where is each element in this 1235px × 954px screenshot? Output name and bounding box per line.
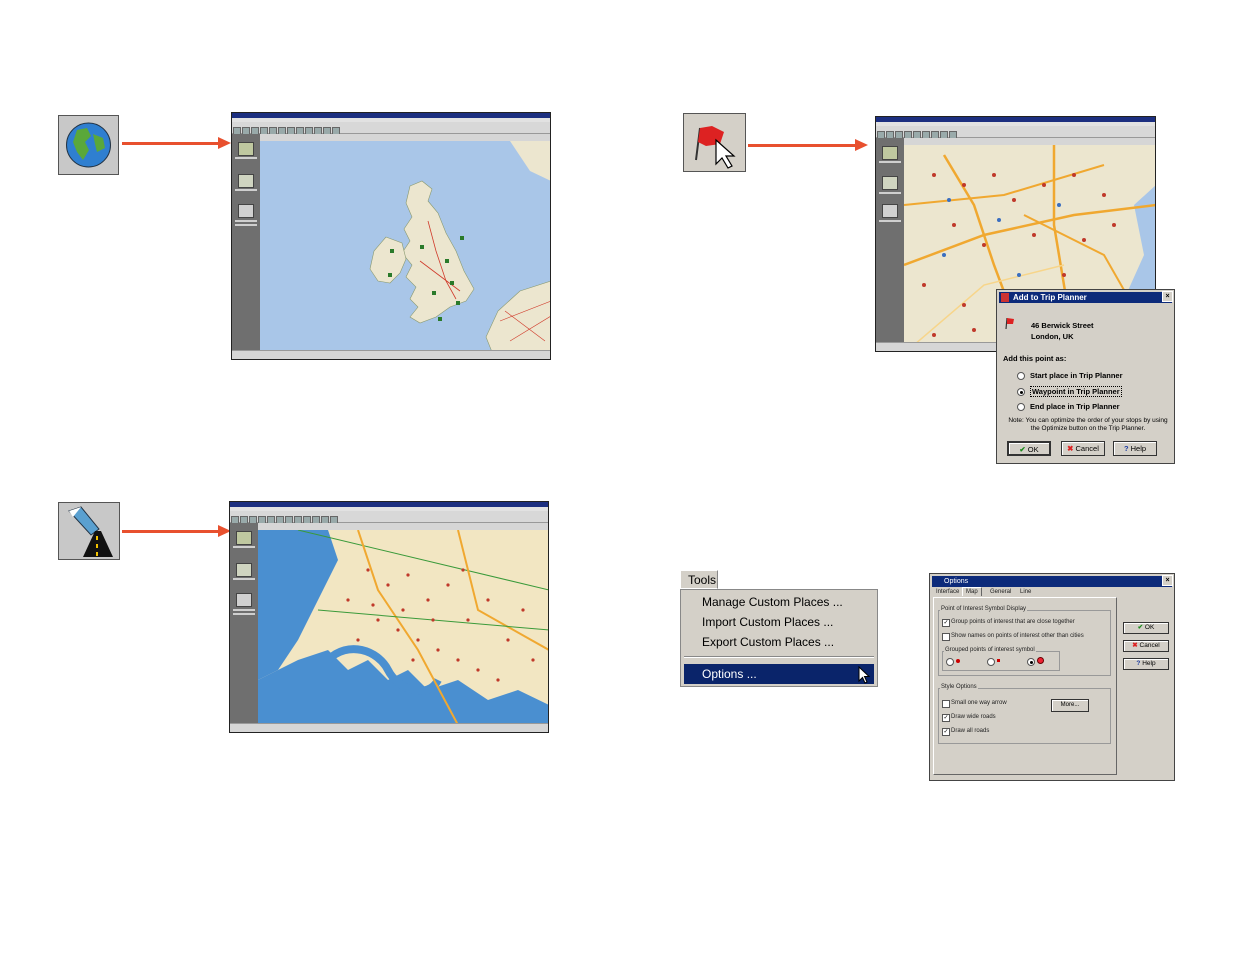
question-icon: ? — [1136, 660, 1141, 667]
dialog-app-icon — [1001, 293, 1009, 302]
ok-label: OK — [1027, 445, 1039, 454]
poi-group-label: Point of Interest Symbol Display — [940, 606, 1028, 612]
symbol-dot-2-icon — [997, 659, 1000, 662]
group-poi-checkbox[interactable]: ✓ — [942, 619, 950, 627]
style-group-label: Style Options — [940, 684, 978, 690]
prompt-label: Add this point as: — [1003, 354, 1067, 363]
cancel-label: Cancel — [1139, 642, 1160, 649]
map-tabs[interactable] — [258, 523, 548, 530]
toolbar — [232, 122, 550, 135]
menu-item-export-custom-places[interactable]: Export Custom Places ... — [702, 635, 834, 649]
dialog-title: Options — [932, 576, 1172, 587]
options-label: Options ... — [702, 667, 757, 681]
add-to-trip-planner-dialog: Add to Trip Planner × 46 Berwick Street … — [996, 289, 1175, 464]
left-pane — [230, 523, 258, 724]
arrow-3 — [122, 525, 231, 537]
symbol-radio-1[interactable] — [946, 658, 954, 666]
help-label: Help — [1142, 660, 1156, 667]
map-tabs[interactable] — [260, 134, 550, 141]
note-text: Note: You can optimize the order of your… — [1008, 417, 1168, 432]
symbol-radio-2[interactable] — [987, 658, 995, 666]
ok-button[interactable]: ✔ OK — [1123, 622, 1169, 634]
toolbar — [230, 511, 548, 524]
left-pane — [876, 138, 904, 343]
menu-item-options[interactable]: Options ... — [684, 664, 874, 684]
ok-label: OK — [1144, 624, 1155, 631]
x-icon: ✖ — [1067, 444, 1074, 453]
x-icon: ✖ — [1132, 642, 1138, 649]
show-names-checkbox[interactable] — [942, 633, 950, 641]
flag-icon — [1005, 317, 1014, 330]
small-arrow-checkbox[interactable] — [942, 700, 950, 708]
address-line1: 46 Berwick Street — [1031, 321, 1094, 330]
ok-button[interactable]: ✔ OK — [1007, 441, 1051, 456]
address-line2: London, UK — [1031, 332, 1074, 341]
mouse-cursor-icon — [858, 666, 871, 684]
tab-interface[interactable]: Interface — [934, 588, 961, 596]
tab-map[interactable]: Map — [962, 587, 982, 596]
start-place-label: Start place in Trip Planner — [1030, 371, 1123, 380]
start-place-radio[interactable] — [1017, 372, 1025, 380]
small-arrow-label: Small one way arrow — [951, 700, 1007, 706]
all-roads-label: Draw all roads — [951, 728, 990, 734]
waypoint-label: Waypoint in Trip Planner — [1030, 386, 1122, 397]
show-names-label: Show names on points of interest other t… — [951, 633, 1084, 639]
more-button[interactable]: More... — [1051, 699, 1089, 712]
left-pane — [232, 134, 260, 351]
all-roads-checkbox[interactable]: ✓ — [942, 728, 950, 736]
city-map-window — [229, 501, 549, 733]
arrow-2 — [748, 139, 868, 151]
symbol-radio-3[interactable] — [1027, 658, 1035, 666]
city-map[interactable] — [258, 530, 548, 724]
tools-menu-header[interactable]: Tools — [680, 570, 718, 589]
check-icon: ✔ — [1137, 624, 1144, 631]
uk-map[interactable] — [260, 141, 550, 351]
wide-roads-label: Draw wide roads — [951, 714, 996, 720]
wide-roads-checkbox[interactable]: ✓ — [942, 714, 950, 722]
tools-menu: Manage Custom Places ... Import Custom P… — [680, 589, 878, 687]
help-button[interactable]: ? Help — [1113, 441, 1157, 456]
flag-tool-button[interactable] — [683, 113, 746, 172]
road-pen-icon — [68, 506, 113, 557]
help-button[interactable]: ? Help — [1123, 658, 1169, 670]
cancel-label: Cancel — [1075, 444, 1099, 453]
toolbar — [876, 126, 1155, 139]
close-button[interactable]: × — [1162, 575, 1173, 586]
arrow-1 — [122, 137, 231, 149]
close-button[interactable]: × — [1162, 291, 1173, 302]
map-tabs[interactable] — [904, 138, 1155, 145]
symbol-dot-3-icon — [1037, 657, 1044, 664]
cancel-button[interactable]: ✖ Cancel — [1061, 441, 1105, 456]
dialog-title: Add to Trip Planner — [999, 292, 1172, 303]
grouped-symbol-label: Grouped points of interest symbol — [944, 647, 1036, 653]
flag-cursor-icon — [695, 126, 736, 169]
tab-general[interactable]: General — [988, 588, 1013, 596]
menu-item-manage-custom-places[interactable]: Manage Custom Places ... — [702, 595, 843, 609]
status-bar — [232, 350, 550, 359]
menu-separator — [684, 656, 874, 658]
cancel-button[interactable]: ✖ Cancel — [1123, 640, 1169, 652]
options-dialog: Options × Interface Map General Line Poi… — [929, 573, 1175, 781]
menu-item-import-custom-places[interactable]: Import Custom Places ... — [702, 615, 833, 629]
waypoint-radio[interactable] — [1017, 388, 1025, 396]
symbol-dot-1-icon — [956, 659, 960, 663]
globe-icon — [66, 122, 111, 168]
status-bar — [230, 723, 548, 732]
help-label: Help — [1130, 444, 1147, 453]
road-tool-button[interactable] — [58, 502, 120, 560]
end-place-radio[interactable] — [1017, 403, 1025, 411]
tab-line[interactable]: Line — [1018, 588, 1033, 596]
question-icon: ? — [1123, 444, 1129, 453]
end-place-label: End place in Trip Planner — [1030, 402, 1120, 411]
globe-tool-button[interactable] — [58, 115, 119, 175]
uk-map-window — [231, 112, 551, 360]
group-poi-label: Group points of interest that are close … — [951, 619, 1075, 625]
check-icon: ✔ — [1019, 445, 1026, 454]
